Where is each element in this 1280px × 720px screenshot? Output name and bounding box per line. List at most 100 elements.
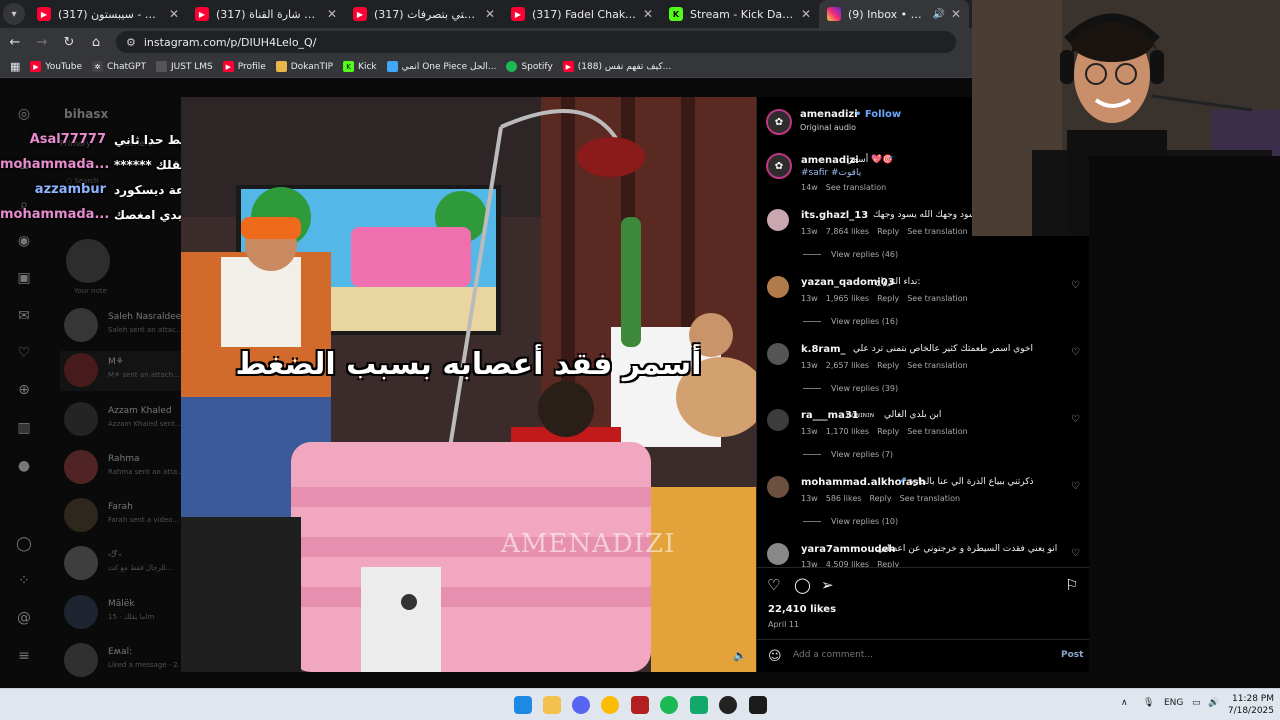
tray-chevron-icon[interactable]: ∧	[1121, 698, 1128, 708]
dm-item[interactable]: Rahma Rahma sent an atta...	[60, 448, 185, 488]
bookmark-just-lms[interactable]: JUST LMS	[155, 61, 213, 72]
discord-icon[interactable]	[572, 696, 590, 714]
view-replies-button[interactable]: View replies (7)	[803, 450, 893, 459]
reply-button[interactable]: Reply	[877, 427, 899, 436]
close-icon[interactable]: ✕	[327, 7, 337, 21]
account-username[interactable]: bihasx	[64, 107, 108, 121]
author-avatar[interactable]: ✿	[766, 153, 792, 179]
messages-icon[interactable]: ✉	[15, 307, 33, 325]
start-icon[interactable]	[514, 696, 532, 714]
bookmark-video[interactable]: ▶ (188) كيف تفهم نفس...	[562, 61, 671, 72]
comment-username[interactable]: mohammad.alkhofash	[801, 477, 926, 488]
like-comment-icon[interactable]: ♡	[1071, 481, 1080, 492]
dm-item[interactable]: Saleh Nasraldeen Saleh sent an attac...	[60, 306, 187, 346]
reels-icon[interactable]: ▣	[15, 269, 33, 287]
share-icon[interactable]: ➢	[821, 576, 834, 594]
comment-likes[interactable]: 7,864 likes	[826, 227, 869, 236]
terminal-icon[interactable]	[749, 696, 767, 714]
create-icon[interactable]: ⊕	[15, 381, 33, 399]
address-bar[interactable]: ⚙ instagram.com/p/DIUH4Lelo_Q/	[116, 31, 956, 53]
post-button[interactable]: Post	[1061, 650, 1083, 660]
meta-ai-icon[interactable]: ⁘	[15, 572, 33, 590]
tab-3[interactable]: ▶ (317) Fadel Chaker And Mohamed ✕	[503, 0, 661, 28]
bookmark-one-piece[interactable]: انمي One Piece الحل...	[386, 61, 496, 72]
speaker-icon[interactable]: 🔊	[932, 9, 944, 20]
see-translation-link[interactable]: See translation	[907, 361, 967, 370]
dashboard-icon[interactable]: ▥	[15, 419, 33, 437]
microphone-icon[interactable]: 🎙	[1143, 698, 1154, 708]
view-replies-button[interactable]: View replies (10)	[803, 517, 898, 526]
comment-username[interactable]: its.ghazl_13	[801, 210, 868, 221]
comment-likes[interactable]: 2,657 likes	[826, 361, 869, 370]
note-avatar[interactable]	[66, 239, 110, 283]
reply-button[interactable]: Reply	[877, 361, 899, 370]
profile-icon[interactable]: ●	[15, 457, 33, 475]
close-icon[interactable]: ✕	[485, 7, 495, 21]
comment-likes[interactable]: 1,170 likes	[826, 427, 869, 436]
reply-button[interactable]: Reply	[877, 227, 899, 236]
explore-icon[interactable]: ◉	[15, 232, 33, 250]
tab-search-icon[interactable]: ▾	[3, 3, 25, 25]
file-explorer-icon[interactable]	[543, 696, 561, 714]
like-icon[interactable]: ♡	[767, 576, 780, 594]
bookmark-youtube[interactable]: ▶ YouTube	[30, 61, 82, 72]
see-translation-link[interactable]: See translation	[907, 294, 967, 303]
back-icon[interactable]: ←	[3, 30, 27, 54]
dm-item[interactable]: Farah Farah sent a video...	[60, 496, 185, 536]
see-translation-link[interactable]: See translation	[900, 494, 960, 503]
close-icon[interactable]: ✕	[951, 7, 961, 21]
follow-button[interactable]: • Follow	[855, 109, 901, 120]
view-replies-button[interactable]: View replies (46)	[803, 250, 898, 259]
reel-video[interactable]: أسمر فقد أعصابه بسبب الضغط AMENADIZI 🔈	[181, 97, 756, 672]
news-app-icon[interactable]	[631, 696, 649, 714]
dm-item-selected[interactable]: M⚘ M⚘ sent an attach...	[60, 351, 185, 391]
tab-4[interactable]: K Stream - Kick Dashboard ✕	[661, 0, 819, 28]
comment-likes[interactable]: 1,965 likes	[826, 294, 869, 303]
like-comment-icon[interactable]: ♡	[1071, 280, 1080, 291]
author-username[interactable]: amenadizi	[800, 109, 858, 120]
bookmark-chatgpt[interactable]: ✲ ChatGPT	[92, 61, 146, 72]
comment-icon[interactable]: ◯	[794, 576, 811, 594]
reply-button[interactable]: Reply	[869, 494, 891, 503]
commenter-avatar[interactable]	[767, 343, 789, 365]
comment-username[interactable]: k.8ram_	[801, 344, 846, 355]
see-translation-link[interactable]: See translation	[907, 427, 967, 436]
home-icon[interactable]: ⌂	[84, 30, 108, 54]
emoji-icon[interactable]: ☺	[768, 649, 782, 664]
post-hashtags[interactable]: #safir #ياقوت	[801, 168, 861, 178]
system-clock[interactable]: 11:28 PM 7/18/2025	[1224, 693, 1274, 717]
commenter-avatar[interactable]	[767, 476, 789, 498]
spotify-icon[interactable]	[660, 696, 678, 714]
audio-label[interactable]: Original audio	[800, 123, 856, 132]
tab-0[interactable]: ▶ (317) أغنية بداية أنا وأختي - سيبستون …	[29, 0, 187, 28]
bookmark-spotify[interactable]: Spotify	[506, 61, 553, 72]
bookmark-kick[interactable]: K Kick	[343, 61, 377, 72]
reload-icon[interactable]: ↻	[57, 30, 81, 54]
threads-app-icon[interactable]: @	[15, 609, 33, 627]
dm-item[interactable]: Azzam Khaled Azzam Khaled sent...	[60, 400, 185, 440]
obs-icon[interactable]	[719, 696, 737, 714]
dm-item[interactable]: Mälëk اما يقلك · 15m	[60, 593, 185, 633]
apps-icon[interactable]: ▦	[10, 60, 20, 73]
site-info-icon[interactable]: ⚙	[126, 36, 136, 49]
commenter-avatar[interactable]	[767, 209, 789, 231]
notifications-icon[interactable]: ♡	[15, 344, 33, 362]
close-icon[interactable]: ✕	[169, 7, 179, 21]
like-comment-icon[interactable]: ♡	[1071, 414, 1080, 425]
commenter-avatar[interactable]	[767, 409, 789, 431]
close-icon[interactable]: ✕	[801, 7, 811, 21]
dm-item[interactable]: -ℱ- للرجال فقط مع كت...	[60, 544, 185, 584]
network-icon[interactable]: ▭	[1192, 698, 1201, 708]
author-avatar[interactable]: ✿	[766, 109, 792, 135]
dm-item[interactable]: Eʍal: Liked a message · 2...	[60, 641, 185, 681]
comment-likes[interactable]: 586 likes	[826, 494, 862, 503]
tab-5-active[interactable]: (9) Inbox • Chats 🔊 ✕	[819, 0, 969, 28]
chrome-icon[interactable]	[601, 696, 619, 714]
like-comment-icon[interactable]: ♡	[1071, 548, 1080, 559]
bookmark-dokantip[interactable]: DokanTIP	[275, 61, 333, 72]
comment-input[interactable]	[793, 650, 1043, 660]
threads-icon[interactable]: ◯	[15, 535, 33, 553]
see-translation-link[interactable]: See translation	[907, 227, 967, 236]
menu-icon[interactable]: ≡	[15, 647, 33, 665]
volume-icon[interactable]: 🔈	[733, 649, 747, 662]
